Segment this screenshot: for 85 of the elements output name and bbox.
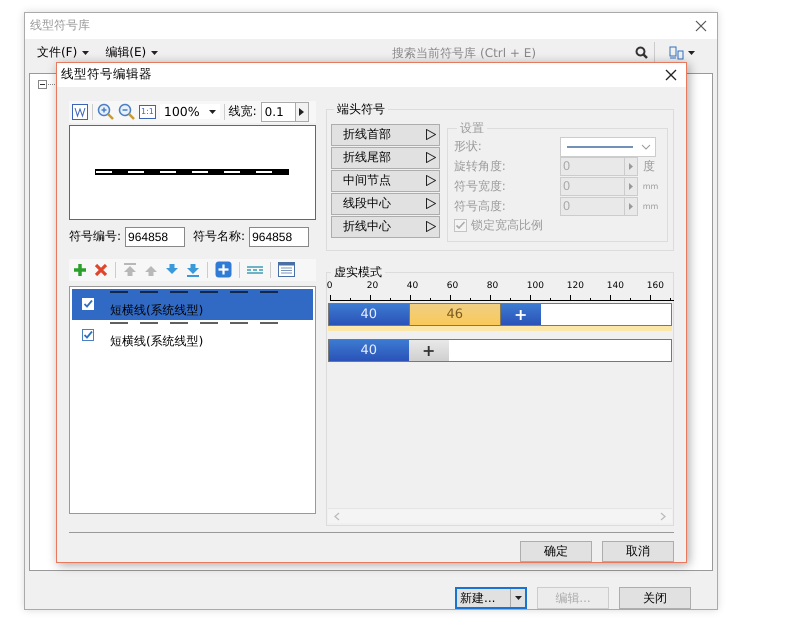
search-icon [635,46,648,60]
group-title: 虚实模式 [332,264,383,281]
dash-pattern-row[interactable]: 40 46 + [328,302,672,326]
layer-item[interactable]: 短横线(系统线型) [72,320,313,351]
field-label: 符号宽度: [454,178,507,196]
field-label: 旋转角度: [454,158,507,176]
ruler-label: 140 [606,280,624,291]
down-arrow-icon[interactable] [186,262,200,277]
unit-label: mm [642,182,658,192]
ruler-label: 120 [566,280,584,291]
right-arrow-icon[interactable] [299,108,304,116]
caret-icon [151,50,158,55]
actual-size-button[interactable]: 1:1 [139,104,156,119]
wave-icon[interactable] [72,104,88,120]
ruler-label: 60 [446,280,458,291]
zoom-out-icon[interactable] [118,103,135,120]
caret-icon [208,110,216,114]
checkbox-label: 锁定宽高比例 [470,217,543,234]
group-title: 端头符号 [336,100,386,118]
ruler-label: 40 [406,280,418,291]
play-icon [426,175,436,186]
caret-icon [82,50,90,55]
unit-label: 度 [642,158,655,176]
dialog-title: 线型符号编辑器 [61,66,152,84]
unit-label: mm [642,202,658,212]
play-icon [426,221,436,232]
view-toggle[interactable] [669,46,696,60]
add-segment-button[interactable]: + [408,340,449,361]
field-label: 形状: [454,138,483,156]
layer-name: 短横线(系统线型) [110,302,204,320]
menu-item[interactable]: 文件(F) [29,44,98,62]
layer-item[interactable]: 短横线(系统线型) [72,288,313,320]
play-icon [426,198,436,210]
delete-icon[interactable] [94,262,108,277]
checkbox[interactable] [82,329,94,342]
group-title: 设置 [458,120,485,137]
down-arrow-icon[interactable] [165,262,179,277]
line-width-field[interactable]: 0.1 [260,102,309,122]
zoom-in-icon[interactable] [97,103,114,120]
window-title: 线型符号库 [30,17,90,34]
end-symbol-button[interactable]: 折线中心 [330,216,440,238]
chevron-down-icon [640,144,651,150]
new-button[interactable]: 新建... [455,587,527,609]
dialog-button[interactable]: 确定 [520,541,592,562]
zoom-dropdown[interactable]: 100% [160,104,220,120]
add-segment-button[interactable]: + [500,304,541,325]
dashed-lines-icon[interactable] [247,266,263,274]
layer-name: 短横线(系统线型) [110,333,204,350]
dash-segment[interactable]: 40 [328,340,409,361]
dialog-button[interactable]: 取消 [602,541,674,562]
add-icon[interactable] [73,262,87,277]
gap-segment[interactable]: 46 [408,304,501,325]
close-icon[interactable] [665,68,677,81]
end-symbol-button[interactable]: 折线首部 [330,124,440,146]
menu-item[interactable]: 编辑(E) [97,44,166,62]
line-width-label: 线宽: [228,103,257,120]
caret-icon [515,596,522,600]
search-field[interactable]: 搜索当前符号库 (Ctrl + E) [390,44,636,61]
dash-pattern-row[interactable]: 40 + [328,338,672,362]
ruler-label: 80 [486,280,498,291]
symbol-id-field[interactable]: 964858 [125,226,186,247]
ruler-label: 0 [326,280,332,291]
end-symbol-button[interactable]: 折线尾部 [330,146,440,169]
ruler-label: 20 [366,280,378,291]
close-icon[interactable] [695,20,707,32]
table-icon[interactable] [278,262,295,278]
dialog-button[interactable]: 关闭 [619,587,691,609]
ruler-label: 100 [526,280,544,291]
field-label: 符号编号: [69,228,122,246]
plus-square-icon[interactable] [215,261,232,278]
end-symbol-button[interactable]: 线段中心 [330,192,440,215]
symbol-name-field[interactable]: 964858 [249,226,310,247]
dash-line-icon [110,322,278,324]
tree-expander-icon[interactable] [38,80,58,90]
field-label: 符号名称: [193,228,246,246]
ruler-label: 160 [646,280,664,291]
play-icon [426,152,436,164]
field-label: 符号高度: [454,198,507,216]
view-icon [669,46,686,60]
line-shape-icon [566,146,633,148]
dash-segment[interactable]: 40 [328,304,409,325]
play-icon [426,129,436,140]
caret-icon [688,50,696,55]
dash-line-icon [110,291,278,294]
end-symbol-button[interactable]: 中间节点 [330,170,440,192]
